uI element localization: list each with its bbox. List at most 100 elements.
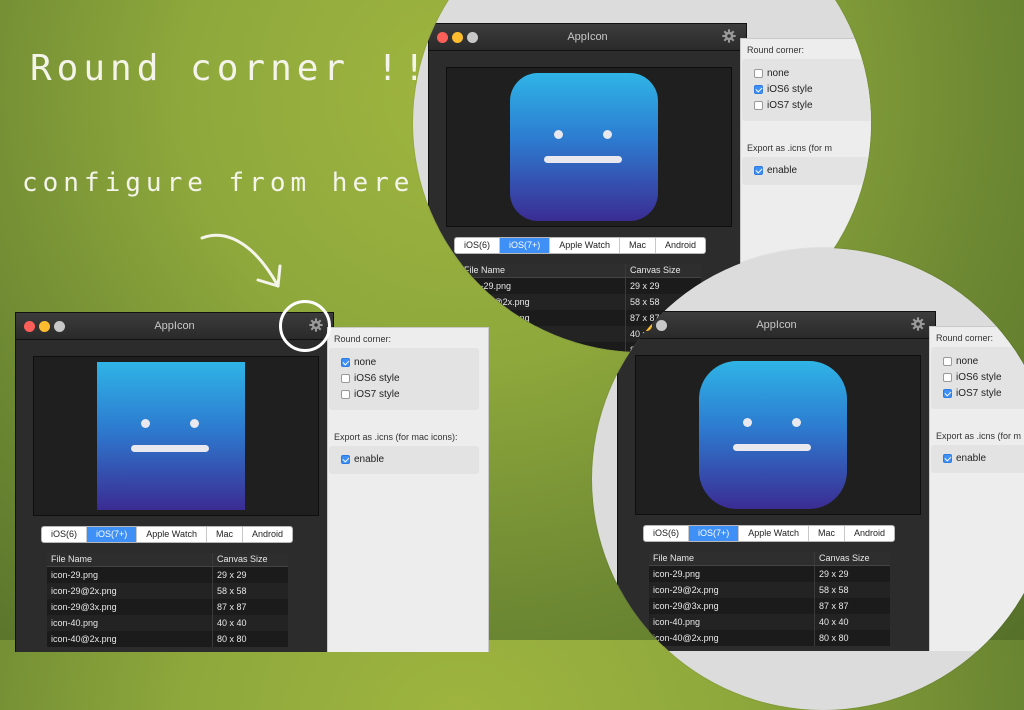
table-row[interactable]: icon-40@2x.png 80 x 80 — [649, 630, 890, 646]
icon-right-eye — [792, 418, 801, 427]
file-name-cell: icon-40.png — [649, 614, 815, 630]
tab-android[interactable]: Android — [656, 238, 705, 253]
round-option-none[interactable]: none — [341, 357, 376, 368]
round-option-ios7[interactable]: iOS7 style — [754, 100, 813, 111]
checkbox-icon[interactable] — [754, 85, 763, 94]
file-table: File Name Canvas Size icon-29.png 29 x 29… — [649, 552, 890, 646]
file-name-cell: icon-29@2x.png — [649, 582, 815, 598]
round-option-ios7[interactable]: iOS7 style — [943, 388, 1002, 399]
tab-mac[interactable]: Mac — [620, 238, 656, 253]
gear-icon[interactable] — [911, 317, 925, 331]
checkbox-icon[interactable] — [754, 166, 763, 175]
main-pane: AppIcon iOS(6) iOS(7+) Apple Watch Mac A… — [617, 311, 936, 651]
tab-apple-watch[interactable]: Apple Watch — [137, 527, 207, 542]
round-option-label: iOS6 style — [354, 373, 400, 384]
column-header-canvas-size[interactable]: Canvas Size — [815, 552, 870, 565]
enable-export-option[interactable]: enable — [341, 454, 384, 465]
checkbox-icon[interactable] — [341, 374, 350, 383]
round-option-ios6[interactable]: iOS6 style — [754, 84, 813, 95]
title-bar: AppIcon — [618, 312, 935, 339]
tab-android[interactable]: Android — [243, 527, 292, 542]
round-option-ios6[interactable]: iOS6 style — [943, 372, 1002, 383]
file-name-cell: icon-40.png — [460, 326, 626, 342]
column-header-file-name[interactable]: File Name — [47, 553, 213, 566]
table-row[interactable]: icon-29@3x.png 87 x 87 — [649, 598, 890, 614]
table-row[interactable]: icon-40@2x.png 80 x 80 — [47, 631, 288, 647]
round-option-label: none — [956, 356, 979, 367]
enable-label: enable — [767, 165, 798, 176]
round-option-label: none — [767, 68, 790, 79]
export-label: Export as .icns (for m — [936, 431, 1022, 441]
table-body: icon-29.png 29 x 29 icon-29@2x.png 58 x 58 i… — [649, 566, 890, 646]
tab-ios-6[interactable]: iOS(6) — [644, 526, 690, 541]
table-row[interactable]: icon-40.png 40 x 40 — [47, 615, 288, 631]
tab-ios-6[interactable]: iOS(6) — [42, 527, 88, 542]
checkbox-icon[interactable] — [341, 455, 350, 464]
icon-preview — [33, 356, 319, 516]
gear-icon[interactable] — [722, 29, 736, 43]
checkbox-icon[interactable] — [754, 69, 763, 78]
headline-annotation: Round corner !! — [30, 48, 431, 89]
round-option-label: iOS7 style — [767, 100, 813, 111]
icon-preview — [635, 355, 921, 515]
tab-android[interactable]: Android — [845, 526, 894, 541]
table-row[interactable]: icon-29.png 29 x 29 — [649, 566, 890, 582]
export-label: Export as .icns (for m — [747, 143, 833, 153]
round-option-ios6[interactable]: iOS6 style — [341, 373, 400, 384]
checkbox-icon[interactable] — [943, 389, 952, 398]
checkbox-icon[interactable] — [943, 357, 952, 366]
table-row[interactable]: icon-29.png 29 x 29 — [460, 278, 701, 294]
table-row[interactable]: icon-29@3x.png 87 x 87 — [47, 599, 288, 615]
canvas-size-cell: 40 x 40 — [217, 618, 247, 628]
round-option-label: iOS6 style — [956, 372, 1002, 383]
canvas-size-cell: 29 x 29 — [630, 281, 660, 291]
file-name-cell: icon-29@3x.png — [47, 599, 213, 615]
checkbox-icon[interactable] — [943, 454, 952, 463]
app-icon-image — [97, 362, 245, 510]
file-table: File Name Canvas Size icon-29.png 29 x 29… — [47, 553, 288, 647]
enable-export-option[interactable]: enable — [943, 453, 986, 464]
platform-tabs: iOS(6) iOS(7+) Apple Watch Mac Android — [643, 525, 896, 542]
file-name-cell: icon-40@2x.png — [460, 342, 626, 352]
platform-tabs: iOS(6) iOS(7+) Apple Watch Mac Android — [41, 526, 294, 543]
icon-right-eye — [190, 419, 199, 428]
column-header-canvas-size[interactable]: Canvas Size — [626, 264, 681, 277]
tab-mac[interactable]: Mac — [809, 526, 845, 541]
checkbox-icon[interactable] — [341, 358, 350, 367]
column-header-canvas-size[interactable]: Canvas Size — [213, 553, 268, 566]
icon-left-eye — [554, 130, 563, 139]
title-bar: AppIcon — [429, 24, 746, 51]
table-row[interactable]: icon-29@2x.png 58 x 58 — [649, 582, 890, 598]
tab-apple-watch[interactable]: Apple Watch — [550, 238, 620, 253]
canvas-size-cell: 29 x 29 — [819, 569, 849, 579]
table-row[interactable]: icon-29@2x.png 58 x 58 — [460, 294, 701, 310]
file-name-cell: icon-29@3x.png — [460, 310, 626, 326]
file-name-cell: icon-40@2x.png — [47, 631, 213, 647]
checkbox-icon[interactable] — [341, 390, 350, 399]
checkbox-icon[interactable] — [943, 373, 952, 382]
table-row[interactable]: icon-29.png 29 x 29 — [47, 567, 288, 583]
round-option-ios7[interactable]: iOS7 style — [341, 389, 400, 400]
table-row[interactable]: icon-40.png 40 x 40 — [649, 614, 890, 630]
file-name-cell: icon-29.png — [649, 566, 815, 582]
tab-ios-7[interactable]: iOS(7+) — [500, 238, 551, 253]
round-option-none[interactable]: none — [754, 68, 789, 79]
table-header: File Name Canvas Size — [460, 264, 701, 278]
enable-export-option[interactable]: enable — [754, 165, 797, 176]
column-header-file-name[interactable]: File Name — [460, 264, 626, 277]
checkbox-icon[interactable] — [754, 101, 763, 110]
table-row[interactable]: icon-29@2x.png 58 x 58 — [47, 583, 288, 599]
table-header: File Name Canvas Size — [47, 553, 288, 567]
tab-mac[interactable]: Mac — [207, 527, 243, 542]
tab-apple-watch[interactable]: Apple Watch — [739, 526, 809, 541]
enable-label: enable — [354, 454, 385, 465]
tab-ios-6[interactable]: iOS(6) — [455, 238, 501, 253]
canvas-size-cell: 80 x 80 — [217, 634, 247, 644]
canvas-size-cell: 87 x 87 — [217, 602, 247, 612]
canvas-size-cell: 58 x 58 — [217, 586, 247, 596]
tab-ios-7[interactable]: iOS(7+) — [689, 526, 740, 541]
tab-ios-7[interactable]: iOS(7+) — [87, 527, 138, 542]
column-header-file-name[interactable]: File Name — [649, 552, 815, 565]
canvas-size-cell: 58 x 58 — [819, 585, 849, 595]
round-option-none[interactable]: none — [943, 356, 978, 367]
